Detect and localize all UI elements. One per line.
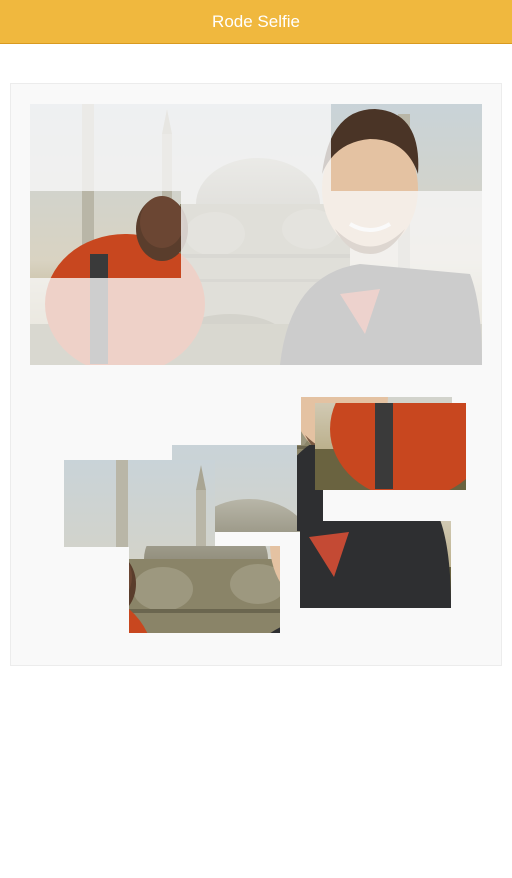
puzzle-piece[interactable] [300,521,451,608]
placed-piece-row2-col1 [30,191,181,278]
puzzle-reference-image [30,104,482,365]
puzzle-piece[interactable] [64,460,215,547]
placed-piece-row1-col3 [331,104,482,191]
puzzle-piece[interactable] [315,403,466,490]
app-header: Rode Selfie [0,0,512,44]
puzzle-piece[interactable] [129,546,280,633]
page-title: Rode Selfie [212,11,300,31]
